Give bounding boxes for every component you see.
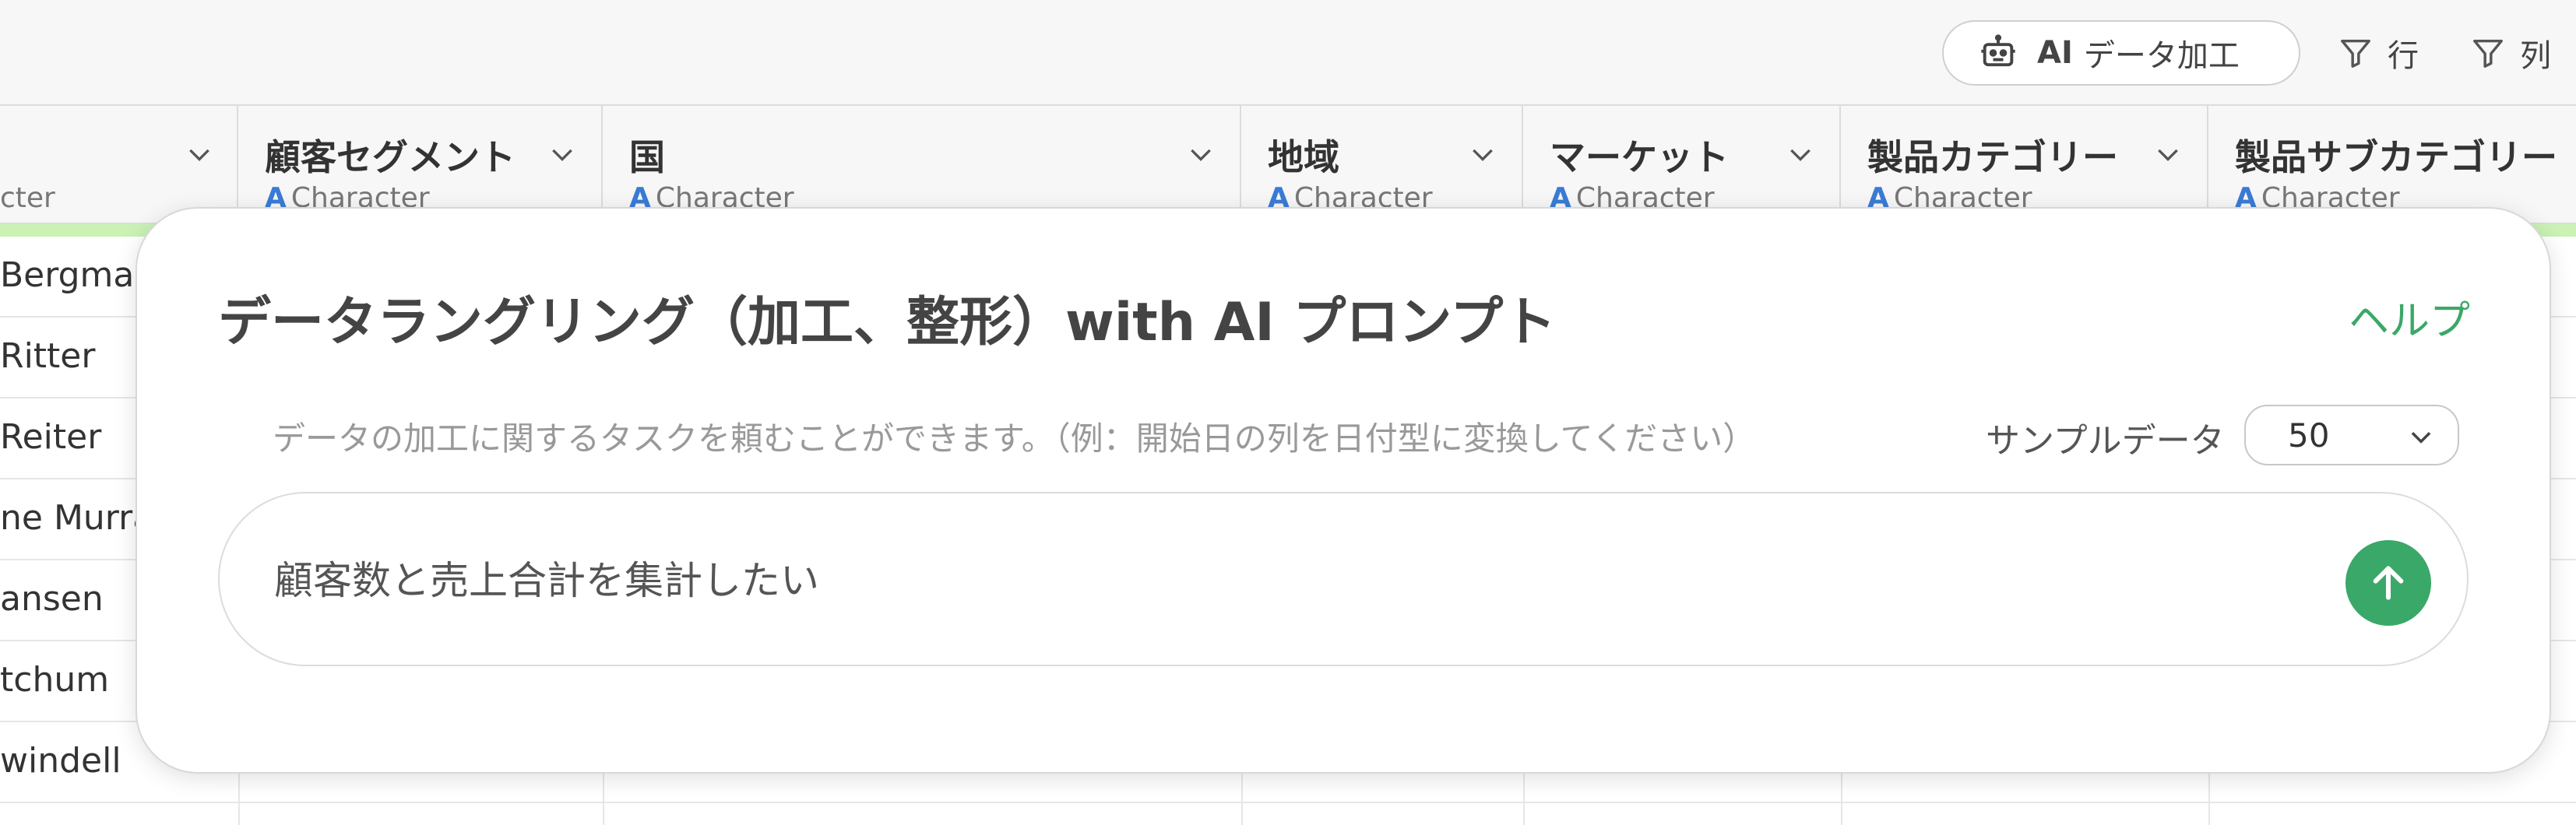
table-cell: Ritter	[0, 336, 96, 376]
column-title: 地域	[1268, 136, 1339, 178]
chevron-down-icon[interactable]	[1785, 139, 1816, 170]
chevron-down-icon[interactable]	[1185, 139, 1216, 170]
sample-data-label: サンプルデータ	[1986, 421, 2225, 461]
row-filter-button[interactable]: 行	[2338, 25, 2419, 81]
column-title: マーケット	[1550, 136, 1729, 178]
chevron-down-icon[interactable]	[1467, 139, 1498, 170]
ai-button-label-ai: AI	[2037, 35, 2073, 71]
chevron-down-icon	[2411, 432, 2431, 444]
chevron-down-icon[interactable]	[2152, 139, 2184, 170]
ai-data-processing-button[interactable]: AI データ加工	[1942, 20, 2300, 86]
arrow-up-icon	[2373, 566, 2404, 600]
table-cell: Reiter	[0, 417, 102, 457]
table-cell: tchum	[0, 660, 110, 700]
robot-icon	[1981, 34, 2015, 67]
column-type: cter	[0, 182, 55, 214]
row-filter-label: 行	[2388, 38, 2419, 74]
toolbar: AI データ加工 行 列	[0, 0, 2576, 106]
column-title: 国	[629, 136, 665, 178]
prompt-input-value: 顧客数と売上合計を集計したい	[274, 558, 819, 603]
column-title: 製品サブカテゴリー	[2235, 136, 2557, 178]
dialog-title: データラングリング（加工、整形）with AI プロンプト	[218, 292, 1557, 353]
filter-icon	[2341, 39, 2370, 68]
help-link[interactable]: ヘルプ	[2349, 288, 2470, 346]
ai-prompt-dialog: データラングリング（加工、整形）with AI プロンプト ヘルプ データの加工…	[135, 207, 2551, 774]
sample-data-select[interactable]: 50	[2244, 405, 2459, 465]
prompt-input[interactable]: 顧客数と売上合計を集計したい	[218, 492, 2469, 666]
table-cell: ne Murra	[0, 498, 154, 538]
sample-data-value: 50	[2288, 416, 2330, 455]
filter-icon	[2473, 39, 2503, 68]
chevron-down-icon[interactable]	[184, 139, 215, 170]
table-cell: windell	[0, 741, 121, 781]
column-title: 顧客セグメント	[265, 136, 516, 178]
column-filter-button[interactable]: 列	[2470, 25, 2551, 81]
table-cell: Bergman	[0, 255, 157, 295]
chevron-down-icon[interactable]	[547, 139, 578, 170]
column-title: 製品カテゴリー	[1867, 136, 2118, 178]
table-cell: ansen	[0, 579, 104, 619]
send-button[interactable]	[2345, 540, 2431, 626]
ai-button-label: データ加工	[2083, 38, 2240, 74]
dialog-description: データの加工に関するタスクを頼むことができます。（例：開始日の列を日付型に変換し…	[273, 420, 1756, 458]
column-filter-label: 列	[2520, 38, 2551, 74]
